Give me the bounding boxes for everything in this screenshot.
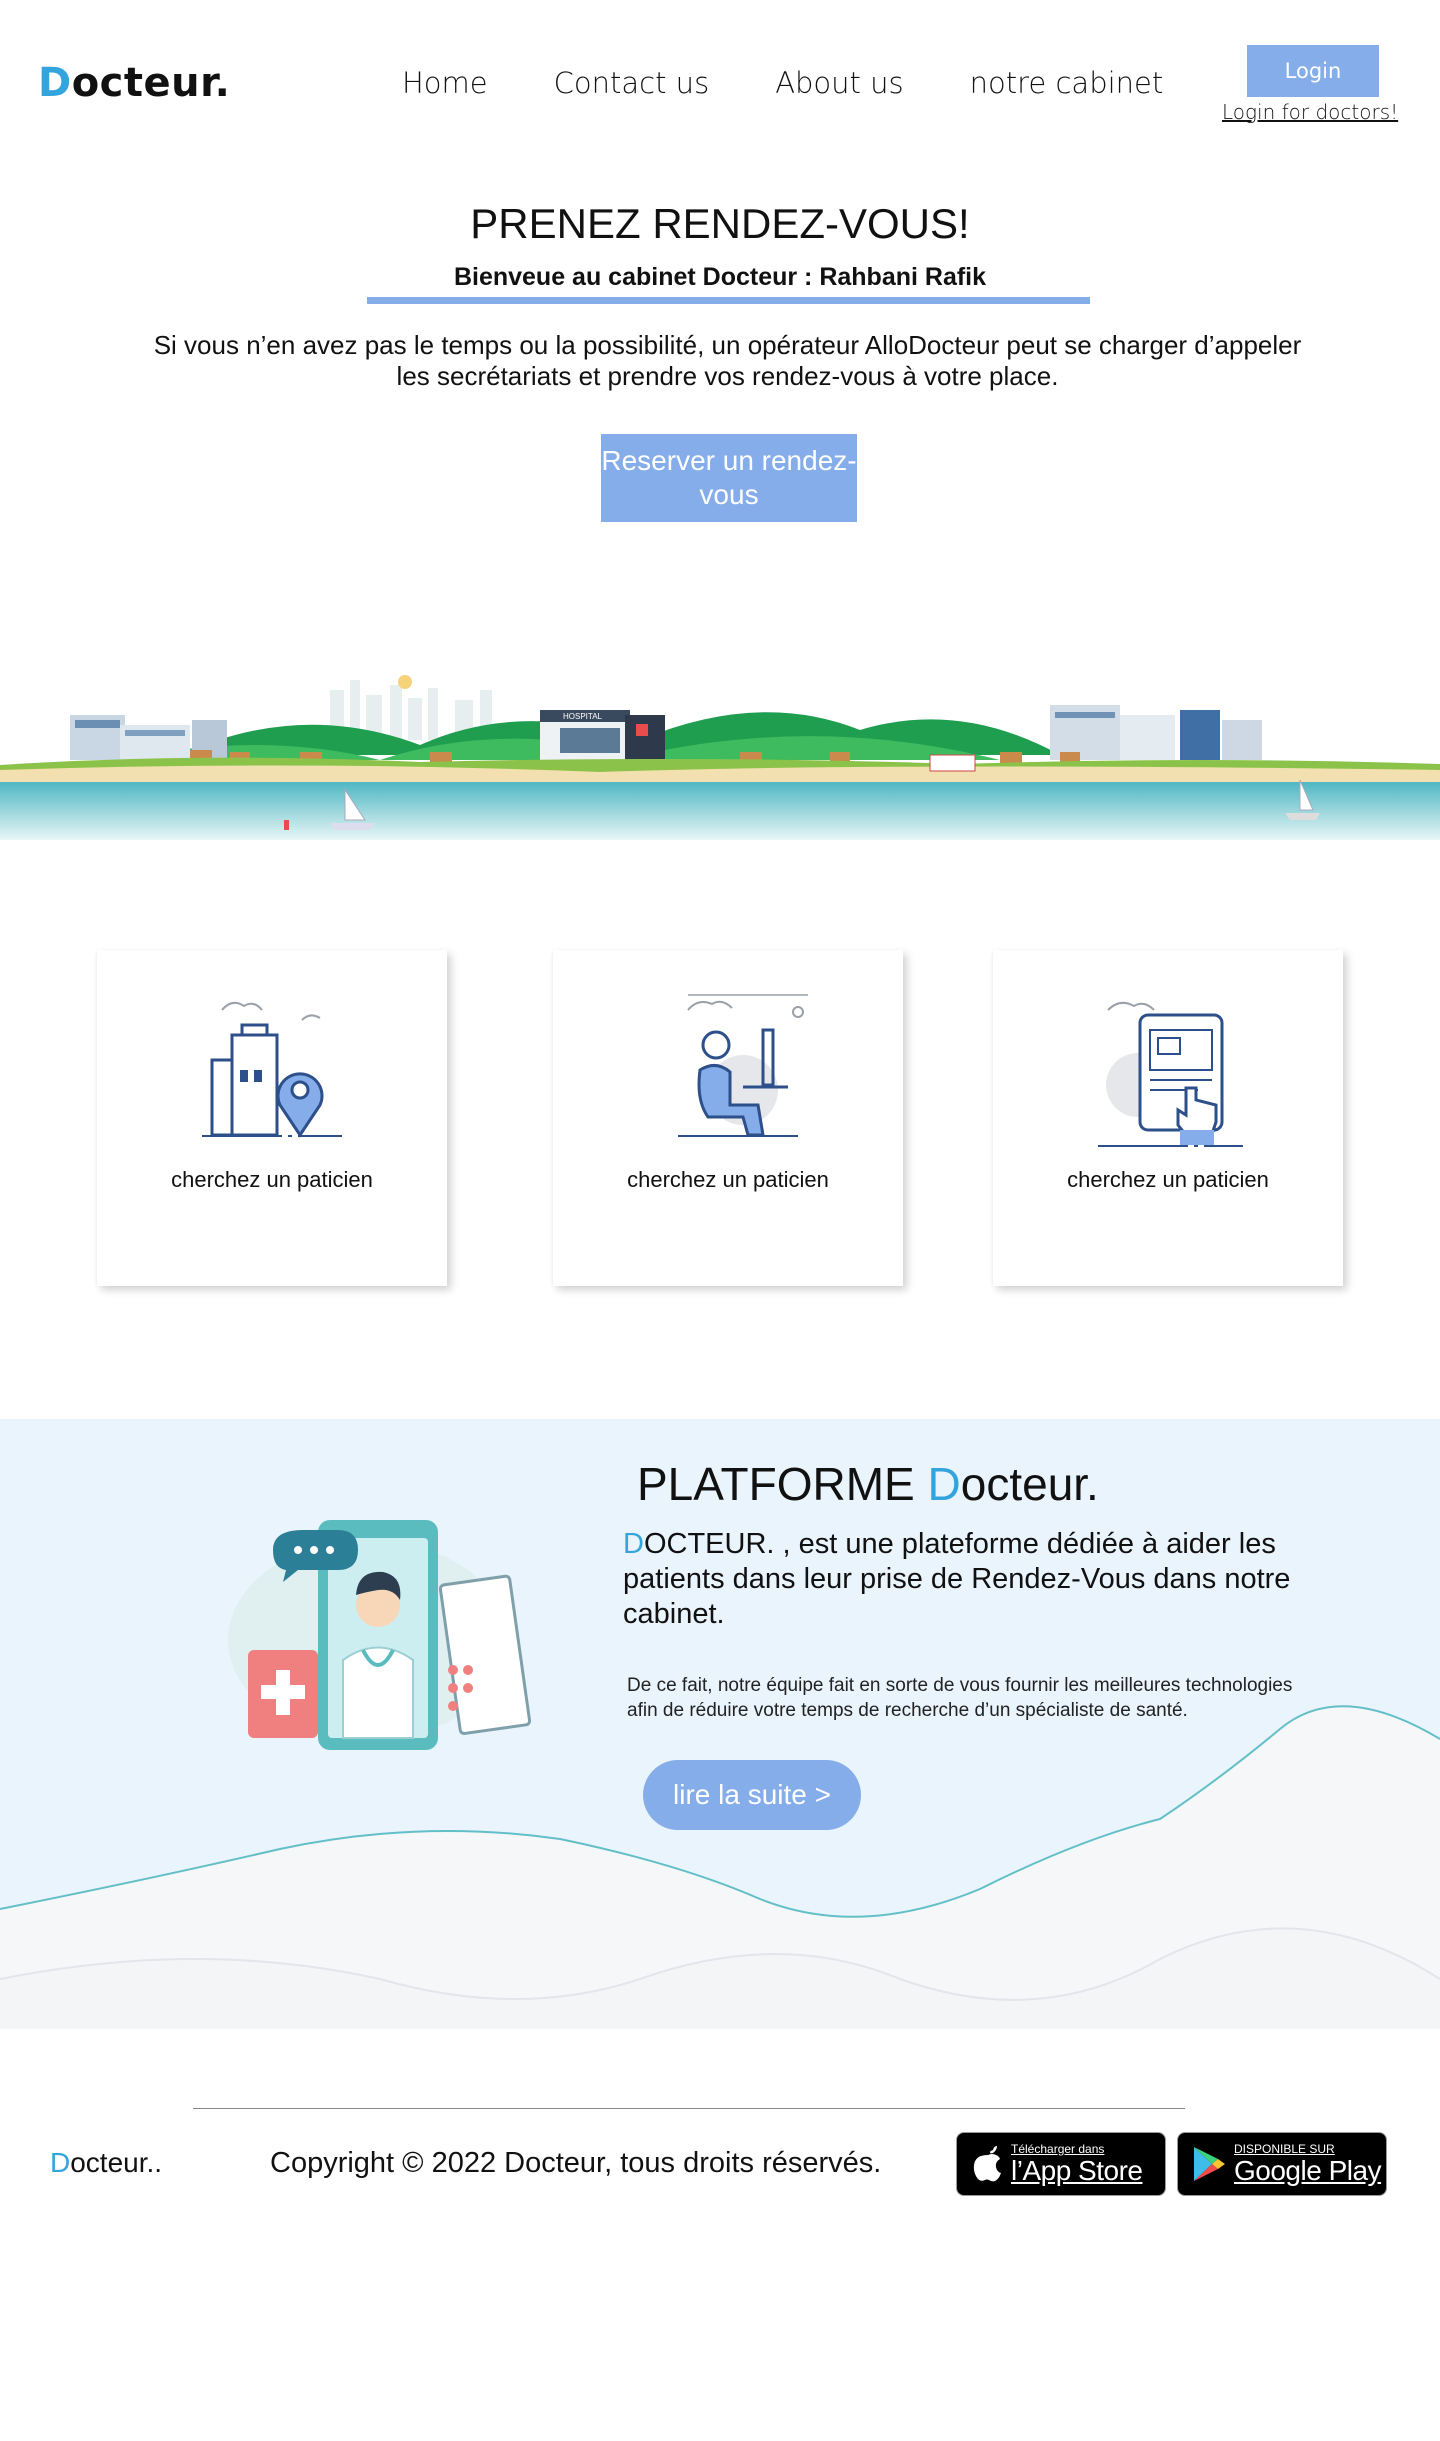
- apple-icon: [973, 2146, 1001, 2182]
- google-play-small: DISPONIBLE SUR: [1234, 2142, 1335, 2156]
- hero-underline: [367, 297, 1090, 304]
- nav-home[interactable]: Home: [402, 66, 488, 100]
- platform-title-letter: D: [927, 1458, 961, 1510]
- feature-card-label: cherchez un paticien: [1067, 1167, 1269, 1192]
- footer-logo-letter: D: [50, 2147, 71, 2178]
- logo[interactable]: Docteur.: [38, 60, 230, 106]
- nav-cabinet[interactable]: notre cabinet: [970, 66, 1164, 100]
- hero-subtitle: Bienveue au cabinet Docteur : Rahbani Ra…: [453, 263, 987, 291]
- building-location-icon: [202, 1001, 342, 1138]
- city-landscape-illustration: HOSPITAL: [0, 675, 1440, 840]
- platform-title-rest: octeur.: [960, 1458, 1099, 1510]
- google-play-big: Google Play: [1234, 2155, 1382, 2186]
- feature-card[interactable]: cherchez un paticien: [993, 950, 1343, 1286]
- doctor-phone-illustration: [228, 1520, 532, 1750]
- platform-title: PLATFORME Docteur.: [637, 1457, 1099, 1511]
- logo-letter: D: [38, 60, 72, 106]
- platform-details: De ce fait, notre équipe fait en sorte d…: [627, 1675, 1293, 1721]
- feature-card[interactable]: cherchez un paticien: [97, 950, 447, 1286]
- google-play-badge[interactable]: DISPONIBLE SUR Google Play: [1177, 2132, 1387, 2196]
- app-store-big: l’App Store: [1011, 2155, 1143, 2186]
- page: Docteur. Home Contact us About us notre …: [0, 0, 1440, 2441]
- platform-title-prefix: PLATFORME: [637, 1458, 928, 1510]
- feature-card-label: cherchez un paticien: [627, 1167, 829, 1192]
- book-appointment-button[interactable]: Reserver un rendez-vous: [601, 434, 857, 522]
- feature-card[interactable]: cherchez un paticien: [553, 950, 903, 1286]
- tablet-touch-icon: [1098, 1001, 1243, 1147]
- nav-contact[interactable]: Contact us: [554, 66, 710, 100]
- hero-title: PRENEZ RENDEZ-VOUS!: [470, 200, 970, 247]
- footer-divider: [193, 2108, 1185, 2109]
- read-more-button[interactable]: lire la suite >: [643, 1760, 861, 1830]
- login-button[interactable]: Login: [1247, 45, 1379, 97]
- login-for-doctors-link[interactable]: Login for doctors!: [1222, 100, 1398, 124]
- hospital-sign: HOSPITAL: [563, 712, 603, 721]
- person-computer-icon: [678, 994, 808, 1137]
- main-nav: Home Contact us About us notre cabinet: [402, 66, 1163, 100]
- google-play-text: DISPONIBLE SUR Google Play: [1234, 2142, 1382, 2186]
- logo-text: octeur.: [71, 60, 231, 106]
- footer-logo-text: octeur..: [70, 2147, 163, 2178]
- footer-logo[interactable]: Docteur..: [50, 2147, 162, 2179]
- nav-about[interactable]: About us: [775, 66, 903, 100]
- platform-description: DOCTEUR. , est une plateforme dédiée à a…: [623, 1527, 1323, 1632]
- app-store-text: Télécharger dans l’App Store: [1011, 2142, 1143, 2186]
- hero-text: Si vous n’en avez pas le temps ou la pos…: [153, 330, 1302, 391]
- app-store-small: Télécharger dans: [1011, 2142, 1105, 2156]
- feature-card-label: cherchez un paticien: [171, 1167, 373, 1192]
- platform-description-letter: D: [623, 1528, 644, 1560]
- app-store-badge[interactable]: Télécharger dans l’App Store: [956, 2132, 1166, 2196]
- copyright-text: Copyright © 2022 Docteur, tous droits ré…: [270, 2147, 882, 2179]
- platform-description-text: OCTEUR. , est une plateforme dédiée à ai…: [623, 1528, 1291, 1630]
- google-play-icon: [1194, 2147, 1225, 2181]
